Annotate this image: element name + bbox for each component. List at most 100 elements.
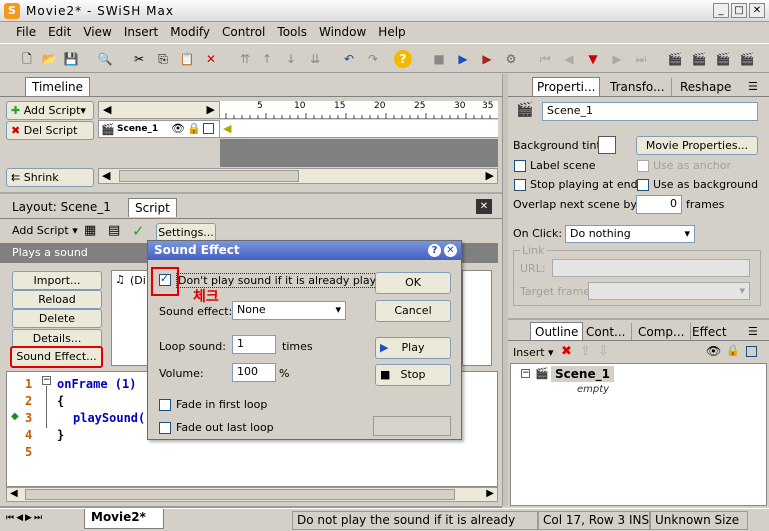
new-icon[interactable]: 🗋	[18, 50, 36, 68]
tab-nav-icon[interactable]: ⏮◀▶⏭	[6, 513, 44, 523]
cut-icon[interactable]: ✂	[130, 50, 148, 68]
first-frame-icon[interactable]: ⏮	[536, 50, 554, 68]
redo-icon[interactable]: ↷	[364, 50, 382, 68]
overlap-input[interactable]: 0	[636, 195, 682, 214]
tab-timeline[interactable]: Timeline	[25, 77, 91, 96]
last-frame-icon[interactable]: ⏭	[632, 50, 650, 68]
code-hscrollbar[interactable]: ◀ ▶	[6, 487, 498, 502]
panel-menu-icon[interactable]: ☰	[748, 80, 758, 93]
tab-movie[interactable]: Movie2*	[84, 509, 164, 529]
sound-list[interactable]: ♫ (Di	[111, 270, 151, 366]
use-anchor-checkbox[interactable]	[637, 160, 649, 172]
add-script-button[interactable]: ✚ Add Script▾	[6, 101, 94, 120]
minimize-button[interactable]: _	[713, 3, 729, 18]
insert-menu[interactable]: Insert ▾	[513, 346, 554, 359]
help-icon[interactable]: ?	[428, 244, 441, 257]
menu-tools[interactable]: Tools	[271, 22, 313, 39]
insert-group-icon[interactable]: 🎬	[738, 50, 756, 68]
scroll-thumb[interactable]	[25, 489, 455, 500]
stop-button[interactable]: ■ Stop	[375, 364, 451, 386]
shrink-button[interactable]: ⇇ Shrink	[6, 168, 94, 187]
menu-modify[interactable]: Modify	[164, 22, 216, 39]
add-script-menu[interactable]: Add Script ▾	[12, 224, 78, 237]
use-bg-checkbox[interactable]	[637, 179, 649, 191]
frame-marker-icon[interactable]: ▼	[584, 50, 602, 68]
play-scene-icon[interactable]: ▶	[478, 50, 496, 68]
move-down-icon[interactable]: ↓	[282, 50, 300, 68]
scroll-thumb[interactable]	[119, 170, 299, 182]
insert-button-icon[interactable]: 🎬	[714, 50, 732, 68]
menu-edit[interactable]: Edit	[42, 22, 77, 39]
bg-tint-swatch[interactable]	[598, 136, 616, 154]
url-input[interactable]	[552, 259, 750, 277]
fade-out-checkbox[interactable]	[159, 422, 171, 434]
collapse-icon[interactable]: −	[521, 369, 530, 378]
onclick-select[interactable]: Do nothing ▾	[565, 225, 695, 243]
script-view-icon[interactable]: ▦	[84, 223, 96, 238]
outline-toggle-icon[interactable]	[203, 123, 214, 134]
movie-properties-button[interactable]: Movie Properties...	[636, 136, 758, 155]
frame-row[interactable]: ◀	[220, 120, 498, 138]
timeline-scrollbar[interactable]: ◀ ▶	[98, 168, 498, 184]
tab-layout[interactable]: Layout: Scene_1	[12, 200, 111, 214]
del-script-button[interactable]: ✖ Del Script	[6, 121, 94, 140]
insert-sprite-icon[interactable]: 🎬	[690, 50, 708, 68]
save-icon[interactable]: 💾	[62, 50, 80, 68]
check-syntax-icon[interactable]: ✓	[132, 222, 145, 240]
prev-frame-icon[interactable]: ◀	[560, 50, 578, 68]
label-scene-checkbox[interactable]	[514, 160, 526, 172]
lock-icon[interactable]: 🔒	[187, 122, 201, 135]
delete-icon[interactable]: ✕	[202, 50, 220, 68]
lock-icon[interactable]: 🔒	[726, 344, 740, 357]
fade-in-checkbox[interactable]	[159, 399, 171, 411]
copy-icon[interactable]: ⎘	[154, 50, 172, 68]
help-icon[interactable]: ?	[394, 50, 412, 68]
play-effect-icon[interactable]: ⚙	[502, 50, 520, 68]
move-up-icon[interactable]: ↑	[258, 50, 276, 68]
scroll-right-icon[interactable]: ▶	[207, 103, 215, 116]
tab-content[interactable]: Cont...	[580, 323, 633, 341]
menu-insert[interactable]: Insert	[118, 22, 164, 39]
tab-reshape[interactable]: Reshape	[674, 78, 737, 96]
script-edit-icon[interactable]: ▤	[108, 223, 120, 238]
tab-properties[interactable]: Properti...	[532, 77, 601, 96]
scroll-right-icon[interactable]: ▶	[486, 488, 494, 499]
move-up-icon[interactable]: ⇧	[580, 344, 591, 359]
scroll-left-icon[interactable]: ◀	[10, 488, 18, 499]
outline-tree[interactable]: − 🎬 Scene_1 empty	[510, 363, 767, 506]
menu-window[interactable]: Window	[313, 22, 372, 39]
scroll-right-icon[interactable]: ▶	[486, 169, 494, 182]
tab-script[interactable]: Script	[128, 198, 177, 217]
menu-help[interactable]: Help	[372, 22, 411, 39]
next-frame-icon[interactable]: ▶	[608, 50, 626, 68]
tab-effect[interactable]: Effect	[686, 323, 733, 341]
reload-button[interactable]: Reload	[12, 290, 102, 309]
insert-scene-icon[interactable]: 🎬	[666, 50, 684, 68]
tab-transform[interactable]: Transfo...	[604, 78, 672, 96]
scene-name-input[interactable]: Scene_1	[542, 102, 758, 121]
target-frame-select[interactable]: ▾	[588, 282, 750, 300]
play-icon[interactable]: ▶	[454, 50, 472, 68]
play-button[interactable]: ▶ Play	[375, 337, 451, 359]
stop-end-checkbox[interactable]	[514, 179, 526, 191]
find-icon[interactable]: 🔍	[96, 50, 114, 68]
eye-icon[interactable]: 👁	[171, 122, 185, 135]
import-button[interactable]: Import...	[12, 271, 102, 290]
scene-row[interactable]: 🎬 Scene_1 👁 🔒	[98, 120, 220, 138]
sound-effect-button[interactable]: Sound Effect...	[10, 346, 103, 368]
panel-close-icon[interactable]: ✕	[476, 199, 492, 214]
scroll-left-icon[interactable]: ◀	[103, 103, 111, 116]
move-bottom-icon[interactable]: ⇊	[306, 50, 324, 68]
ok-button[interactable]: OK	[375, 272, 451, 294]
sound-effect-select[interactable]: None ▾	[232, 301, 346, 320]
eye-icon[interactable]: 👁	[706, 344, 721, 358]
tab-outline[interactable]: Outline	[530, 322, 584, 341]
undo-icon[interactable]: ↶	[340, 50, 358, 68]
close-button[interactable]: ✕	[749, 3, 765, 18]
move-down-icon[interactable]: ⇩	[598, 344, 609, 359]
move-top-icon[interactable]: ⇈	[236, 50, 254, 68]
dont-play-checkbox[interactable]: ✓	[159, 272, 171, 286]
menu-view[interactable]: View	[77, 22, 117, 39]
scroll-left-icon[interactable]: ◀	[102, 169, 110, 182]
volume-input[interactable]: 100	[232, 363, 276, 382]
